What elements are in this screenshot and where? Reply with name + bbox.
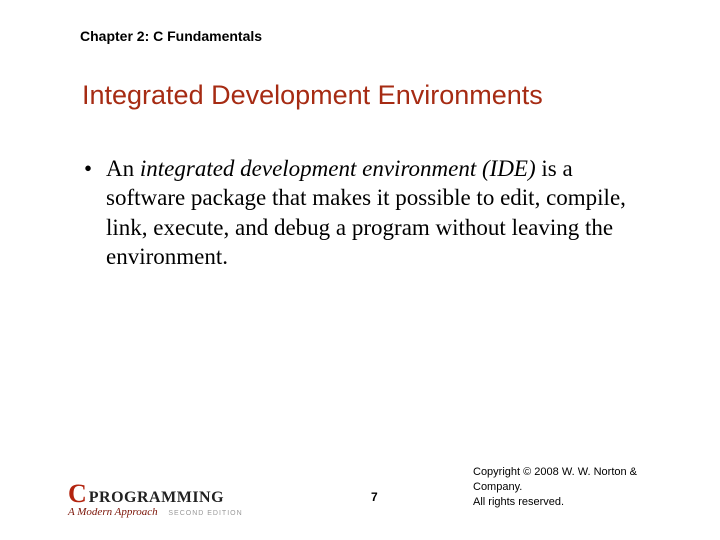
footer: C PROGRAMMING A Modern Approach SECOND E… — [68, 478, 680, 520]
logo-row1: C PROGRAMMING — [68, 481, 298, 507]
slide-title: Integrated Development Environments — [82, 80, 543, 111]
logo-word-programming: PROGRAMMING — [89, 489, 224, 507]
logo-subtitle: A Modern Approach — [68, 506, 158, 518]
body-text: An integrated development environment (I… — [84, 154, 654, 272]
bullet-item: An integrated development environment (I… — [84, 154, 654, 272]
bullet-emphasis: integrated development environment (IDE) — [140, 156, 536, 181]
slide: Chapter 2: C Fundamentals Integrated Dev… — [0, 0, 720, 540]
copyright-line2: All rights reserved. — [473, 495, 680, 510]
copyright-line1: Copyright © 2008 W. W. Norton & Company. — [473, 465, 680, 495]
logo-edition: SECOND EDITION — [168, 510, 242, 517]
chapter-label: Chapter 2: C Fundamentals — [80, 28, 262, 44]
logo-letter-c: C — [68, 481, 87, 507]
book-logo: C PROGRAMMING A Modern Approach SECOND E… — [68, 481, 298, 518]
copyright: Copyright © 2008 W. W. Norton & Company.… — [473, 465, 680, 510]
logo-subtitle-row: A Modern Approach SECOND EDITION — [68, 506, 298, 518]
page-number: 7 — [371, 490, 378, 504]
bullet-lead: An — [106, 156, 140, 181]
